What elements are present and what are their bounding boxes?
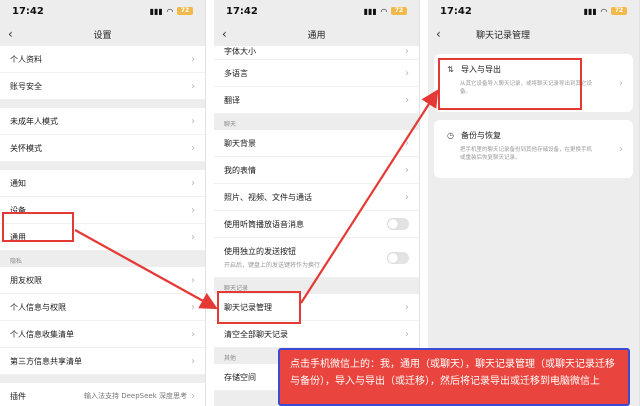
chevron-right-icon: ›	[405, 301, 409, 313]
row-minor-mode[interactable]: 未成年人模式 ›	[0, 108, 205, 135]
page-title: 通用	[307, 30, 326, 41]
wifi-icon: ◠	[166, 6, 173, 16]
general-screen: 17:42 ▮▮▮ ◠ 72 ‹ 通用 字体大小 › 多语言 › 翻译 › 聊天 聊天背景…	[214, 0, 420, 406]
back-icon[interactable]: ‹	[8, 27, 13, 41]
row-info-collection[interactable]: 个人信息收集清单 ›	[0, 321, 205, 348]
row-personal-info[interactable]: 个人信息与权限 ›	[0, 294, 205, 321]
chevron-right-icon: ›	[405, 67, 409, 79]
battery-icon: 72	[177, 7, 193, 15]
battery-icon: 72	[611, 7, 627, 15]
chevron-right-icon: ›	[405, 191, 409, 203]
chevron-right-icon: ›	[191, 177, 195, 189]
row-language[interactable]: 多语言 ›	[214, 60, 419, 87]
chat-history-screen: 17:42 ▮▮▮ ◠ 72 ‹ 聊天记录管理 ⇅ 导入与导出 从其它设备导入聊天记录…	[428, 0, 640, 406]
import-export-card[interactable]: ⇅ 导入与导出 从其它设备导入聊天记录，或将聊天记录导出到其它设备。 ›	[434, 54, 633, 112]
status-bar: 17:42 ▮▮▮ ◠ 72	[214, 0, 419, 22]
chevron-right-icon: ›	[405, 164, 409, 176]
backup-restore-card[interactable]: ◷ 备份与恢复 把手机里的聊天记录备份到其他存储设备，在更换手机或重装后恢复聊天记…	[434, 120, 633, 178]
status-bar: 17:42 ▮▮▮ ◠ 72	[428, 0, 639, 22]
chevron-right-icon: ›	[191, 231, 195, 243]
signal-icon: ▮▮▮	[149, 6, 163, 16]
chevron-right-icon: ›	[619, 77, 623, 89]
row-devices[interactable]: 设备 ›	[0, 197, 205, 224]
row-friend-permissions[interactable]: 朋友权限 ›	[0, 267, 205, 294]
nav-bar: ‹ 设置	[0, 22, 205, 46]
chevron-right-icon: ›	[191, 301, 195, 313]
row-plugins[interactable]: 插件 输入法支持 DeepSeek 深度思考 ›	[0, 383, 205, 406]
status-time: 17:42	[440, 5, 472, 17]
page-title: 设置	[93, 30, 112, 41]
earpiece-toggle-switch[interactable]	[387, 218, 409, 230]
send-button-toggle-switch[interactable]	[387, 251, 409, 264]
back-icon[interactable]: ‹	[222, 27, 227, 41]
nav-bar: ‹ 聊天记录管理	[428, 22, 639, 46]
chevron-right-icon: ›	[191, 53, 195, 65]
row-earpiece-toggle[interactable]: 使用听筒播放语音消息	[214, 211, 419, 238]
chevron-right-icon: ›	[191, 115, 195, 127]
chevron-right-icon: ›	[191, 328, 195, 340]
import-export-icon: ⇅	[447, 65, 454, 74]
chevron-right-icon: ›	[191, 142, 195, 154]
row-care-mode[interactable]: 关怀模式 ›	[0, 135, 205, 162]
status-bar: 17:42 ▮▮▮ ◠ 72	[0, 0, 205, 22]
chevron-right-icon: ›	[191, 274, 195, 286]
wifi-icon: ◠	[380, 6, 387, 16]
row-chat-history-management[interactable]: 聊天记录管理 ›	[214, 294, 419, 321]
row-send-button-toggle[interactable]: 使用独立的发送按钮 开启后，键盘上的发送键将作为换行	[214, 238, 419, 278]
row-my-stickers[interactable]: 我的表情 ›	[214, 157, 419, 184]
row-third-party-sharing[interactable]: 第三方信息共享清单 ›	[0, 348, 205, 375]
battery-icon: 72	[391, 7, 407, 15]
nav-bar: ‹ 通用	[214, 22, 419, 46]
row-profile[interactable]: 个人资料 ›	[0, 46, 205, 73]
row-chat-background[interactable]: 聊天背景 ›	[214, 130, 419, 157]
row-general[interactable]: 通用 ›	[0, 224, 205, 251]
row-font-size[interactable]: 字体大小 ›	[214, 46, 419, 60]
chevron-right-icon: ›	[405, 328, 409, 340]
row-media-files-calls[interactable]: 照片、视频、文件与通话 ›	[214, 184, 419, 211]
signal-icon: ▮▮▮	[363, 6, 377, 16]
settings-screen: 17:42 ▮▮▮ ◠ 72 ‹ 设置 个人资料 › 账号安全 › 未成年人模式 › 关怀…	[0, 0, 206, 406]
section-chat-history: 聊天记录	[224, 285, 249, 292]
chevron-right-icon: ›	[191, 355, 195, 367]
row-account-security[interactable]: 账号安全 ›	[0, 73, 205, 100]
chevron-right-icon: ›	[619, 143, 623, 155]
instruction-note: 点击手机微信上的：我，通用（或聊天），聊天记录管理（或聊天记录迁移与备份），导入…	[278, 348, 630, 406]
chevron-right-icon: ›	[405, 94, 409, 106]
back-icon[interactable]: ‹	[436, 27, 441, 41]
wifi-icon: ◠	[600, 6, 607, 16]
backup-icon: ◷	[447, 131, 454, 140]
row-translate[interactable]: 翻译 ›	[214, 87, 419, 114]
row-clear-chat-history[interactable]: 清空全部聊天记录 ›	[214, 321, 419, 348]
row-notifications[interactable]: 通知 ›	[0, 170, 205, 197]
page-title: 聊天记录管理	[476, 30, 531, 41]
chevron-right-icon: ›	[405, 137, 409, 149]
chevron-right-icon: ›	[191, 390, 195, 402]
chevron-right-icon: ›	[191, 204, 195, 216]
status-time: 17:42	[12, 5, 44, 17]
section-chat: 聊天	[224, 121, 237, 128]
chevron-right-icon: ›	[405, 46, 409, 57]
section-privacy: 隐私	[10, 258, 23, 265]
chevron-right-icon: ›	[191, 80, 195, 92]
signal-icon: ▮▮▮	[583, 6, 597, 16]
status-time: 17:42	[226, 5, 258, 17]
